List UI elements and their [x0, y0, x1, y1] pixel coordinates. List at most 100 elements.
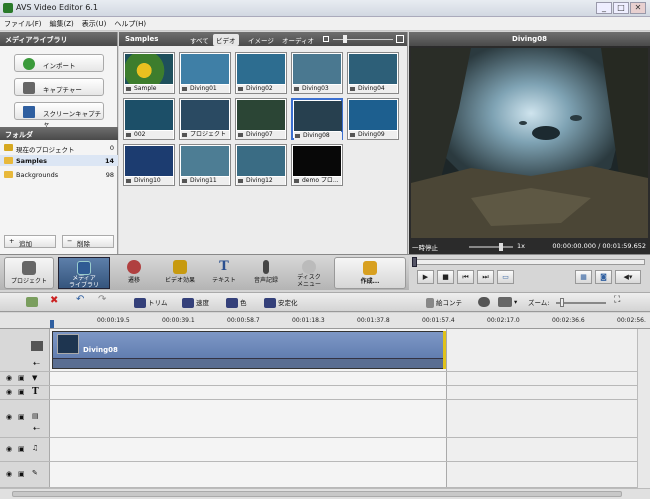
eye-icon[interactable]: ◉: [6, 470, 12, 478]
lock-icon[interactable]: ▣: [18, 445, 25, 453]
media-thumbnail[interactable]: Diving03: [291, 52, 343, 94]
media-library-button[interactable]: メディア ライブラリ: [58, 257, 110, 289]
previous-frame-button[interactable]: ⏮: [457, 270, 474, 284]
lock-icon[interactable]: ▣: [18, 374, 25, 382]
import-button[interactable]: インポート: [14, 54, 104, 72]
lock-icon[interactable]: ▣: [18, 470, 25, 478]
eye-icon[interactable]: ◉: [6, 445, 12, 453]
add-folder-button[interactable]: + 追加: [4, 235, 56, 248]
clip-audio-strip: [53, 358, 444, 368]
text-button[interactable]: T テキスト: [204, 257, 244, 289]
menu-view[interactable]: 表示(U): [78, 17, 111, 31]
zoom-slider-handle[interactable]: [560, 298, 564, 307]
produce-button[interactable]: 作成...: [334, 257, 406, 289]
tab-audio[interactable]: オーディオ: [279, 34, 317, 46]
undo-button[interactable]: ↶: [76, 294, 84, 305]
delete-folder-button[interactable]: − 削除: [62, 235, 114, 248]
snapshot-button[interactable]: ◙: [595, 270, 612, 284]
track-area[interactable]: [50, 438, 447, 461]
menu-edit[interactable]: 編集(Z): [46, 17, 78, 31]
menu-help[interactable]: ヘルプ(H): [110, 17, 150, 31]
playhead-marker[interactable]: [50, 320, 54, 328]
slider-handle[interactable]: [343, 35, 347, 43]
display-options-button[interactable]: ▾: [498, 297, 517, 307]
playback-progress-bar[interactable]: [413, 259, 645, 265]
screen-capture-button[interactable]: スクリーンキャプチャ: [14, 102, 104, 128]
menu-file[interactable]: ファイル(F): [0, 17, 46, 31]
tab-all[interactable]: すべて: [187, 34, 212, 46]
lock-icon[interactable]: ▣: [18, 388, 25, 396]
color-button[interactable]: 色: [226, 297, 247, 308]
produce-icon: [363, 261, 377, 275]
media-thumbnail[interactable]: Sample: [123, 52, 175, 94]
voice-record-button[interactable]: 音声記録: [246, 257, 286, 289]
stop-button[interactable]: ■: [437, 270, 454, 284]
trim-button[interactable]: トリム: [134, 297, 168, 308]
redo-button[interactable]: ↷: [98, 294, 106, 305]
speed-button[interactable]: 速度: [182, 297, 209, 308]
playback-position-handle[interactable]: [412, 257, 417, 267]
maximize-button[interactable]: □: [613, 2, 629, 14]
horizontal-scrollbar[interactable]: [0, 488, 650, 499]
scrollbar-thumb[interactable]: [12, 491, 622, 497]
tab-image[interactable]: イメージ: [245, 34, 277, 46]
project-button[interactable]: プロジェクト: [4, 257, 54, 289]
stabilize-button[interactable]: 安定化: [264, 297, 298, 308]
small-size-icon[interactable]: [323, 36, 329, 42]
video-effects-button[interactable]: ビデオ効果: [158, 257, 202, 289]
speed-slider[interactable]: [469, 246, 513, 248]
expand-arrow-icon[interactable]: ⇠: [33, 359, 40, 368]
media-thumbnail[interactable]: Diving10: [123, 144, 175, 186]
timeline-clip[interactable]: Diving08: [52, 331, 446, 369]
project-icon: [4, 144, 13, 151]
expand-arrow-icon[interactable]: ⇠: [33, 424, 40, 433]
media-thumbnail[interactable]: Diving02: [235, 52, 287, 94]
folder-current-project[interactable]: 現在のプロジェクト 0: [0, 142, 118, 154]
tab-video[interactable]: ビデオ: [213, 34, 239, 46]
storyboard-icon: [426, 298, 434, 308]
eye-icon[interactable]: ◉: [6, 413, 12, 421]
track-area[interactable]: [50, 372, 447, 385]
track-area[interactable]: [50, 400, 447, 437]
media-thumbnail[interactable]: Diving12: [235, 144, 287, 186]
next-frame-button[interactable]: ⏭: [477, 270, 494, 284]
track-area[interactable]: [50, 386, 447, 399]
media-thumbnail[interactable]: 002: [123, 98, 175, 140]
close-button[interactable]: ✕: [630, 2, 646, 14]
media-thumbnail[interactable]: demo プロ...: [291, 144, 343, 186]
storyboard-insert-button[interactable]: [26, 297, 40, 307]
minimize-button[interactable]: _: [596, 2, 612, 14]
media-thumbnail[interactable]: Diving08: [291, 98, 343, 140]
delete-button[interactable]: ✖: [50, 295, 58, 306]
fit-timeline-button[interactable]: ⛶: [614, 295, 620, 305]
volume-level-button[interactable]: ▦: [575, 270, 592, 284]
media-thumbnail[interactable]: Diving09: [347, 98, 399, 140]
large-size-icon[interactable]: [396, 35, 404, 43]
speed-slider-handle[interactable]: [499, 243, 503, 251]
folder-backgrounds[interactable]: Backgrounds 98: [0, 169, 118, 180]
folder-samples[interactable]: Samples 14: [0, 155, 118, 166]
media-thumbnail[interactable]: Diving11: [179, 144, 231, 186]
volume-button[interactable]: ◀▾: [615, 270, 641, 284]
media-thumbnail[interactable]: Diving01: [179, 52, 231, 94]
transitions-button[interactable]: 遷移: [112, 257, 156, 289]
clip-label: Diving08: [83, 346, 118, 354]
eye-icon[interactable]: ◉: [6, 388, 12, 396]
thumbnail-size-slider[interactable]: [333, 39, 393, 40]
timeline-ruler[interactable]: 00:00:19.5 00:00:39.1 00:00:58.7 00:01:1…: [0, 313, 650, 329]
track-area[interactable]: [50, 462, 447, 487]
fullscreen-toggle-button[interactable]: ▭: [497, 270, 514, 284]
disc-menu-button[interactable]: ディスク メニュー: [288, 257, 330, 289]
media-thumbnail[interactable]: プロジェクト: [179, 98, 231, 140]
ruler-tick: 00:01:57.4: [422, 317, 455, 324]
capture-button[interactable]: キャプチャー: [14, 78, 104, 96]
vertical-scrollbar[interactable]: [637, 329, 650, 488]
play-button[interactable]: ▶: [417, 270, 434, 284]
media-thumbnail[interactable]: Diving04: [347, 52, 399, 94]
storyboard-button[interactable]: 絵コンテ: [426, 297, 462, 308]
voice-over-button[interactable]: [478, 297, 492, 307]
lock-icon[interactable]: ▣: [18, 413, 25, 421]
media-thumbnail[interactable]: Diving07: [235, 98, 287, 140]
eye-icon[interactable]: ◉: [6, 374, 12, 382]
clip-end-handle[interactable]: [443, 331, 446, 369]
